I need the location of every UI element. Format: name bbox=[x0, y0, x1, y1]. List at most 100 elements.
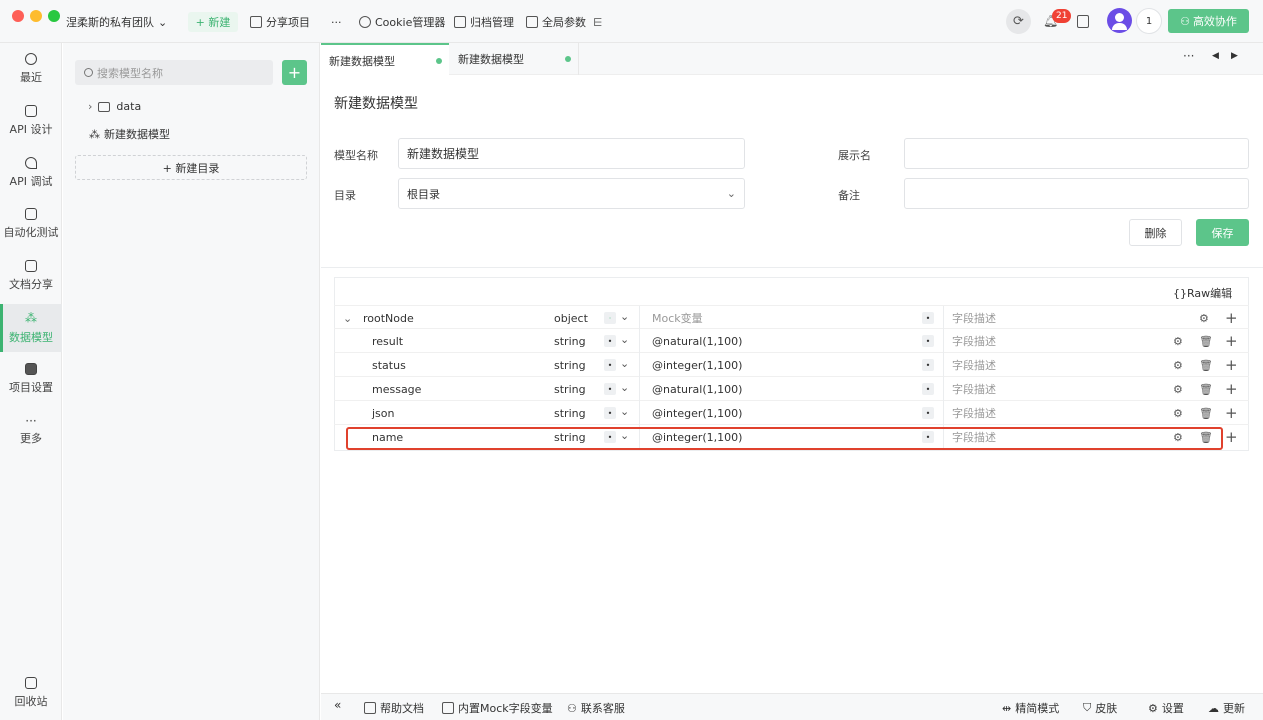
mock-input[interactable]: @integer(1,100) bbox=[652, 353, 742, 377]
description-input[interactable]: 字段描述 bbox=[952, 306, 996, 330]
type-chevron-icon[interactable]: ⌄ bbox=[620, 405, 629, 418]
nav-item-doc-share[interactable]: 文档分享 bbox=[0, 252, 62, 300]
mock-input[interactable]: @integer(1,100) bbox=[652, 425, 742, 449]
field-name[interactable]: result bbox=[372, 329, 403, 353]
tab-prev-icon[interactable]: ◀ bbox=[1212, 51, 1219, 61]
add-field-icon[interactable]: + bbox=[1225, 401, 1238, 425]
field-type[interactable]: string bbox=[554, 329, 586, 353]
field-name[interactable]: message bbox=[372, 377, 421, 401]
add-field-icon[interactable]: + bbox=[1225, 425, 1238, 449]
cookie-manager-button[interactable]: Cookie管理器 bbox=[359, 12, 445, 32]
contact-support-button[interactable]: ⚇ 联系客服 bbox=[567, 700, 625, 716]
trash-icon[interactable]: 🗑︎ bbox=[1199, 425, 1213, 449]
remark-input[interactable] bbox=[904, 178, 1249, 209]
settings-icon[interactable]: ⚙ bbox=[1173, 329, 1183, 353]
tab-more-icon[interactable]: ··· bbox=[1183, 49, 1194, 63]
description-input[interactable]: 字段描述 bbox=[952, 353, 996, 377]
tab-next-icon[interactable]: ▶ bbox=[1231, 51, 1238, 61]
type-chevron-icon[interactable]: ⌄ bbox=[620, 333, 629, 346]
nav-item-api-design[interactable]: API 设计 bbox=[0, 97, 62, 145]
trash-icon[interactable]: 🗑︎ bbox=[1199, 353, 1213, 377]
trash-icon[interactable]: 🗑︎ bbox=[1199, 401, 1213, 425]
online-user-count[interactable]: 1 bbox=[1136, 8, 1162, 34]
nav-item-data-model[interactable]: ⁂ 数据模型 bbox=[0, 304, 62, 352]
global-params-button[interactable]: 全局参数 bbox=[526, 12, 586, 32]
mock-input[interactable]: Mock变量 bbox=[652, 306, 703, 330]
nav-item-recent[interactable]: 最近 bbox=[0, 45, 62, 93]
required-toggle[interactable]: • bbox=[604, 335, 616, 347]
close-window-button[interactable] bbox=[12, 10, 24, 22]
add-field-icon[interactable]: + bbox=[1225, 353, 1238, 377]
add-model-button[interactable]: + bbox=[282, 60, 307, 85]
settings-button[interactable]: ⚙ 设置 bbox=[1148, 700, 1184, 716]
nav-item-recycle-bin[interactable]: 回收站 bbox=[0, 669, 62, 717]
model-search-input[interactable]: 搜索模型名称 bbox=[75, 60, 273, 85]
nav-item-more[interactable]: ··· 更多 bbox=[0, 407, 62, 455]
help-docs-button[interactable]: 帮助文档 bbox=[364, 700, 424, 716]
mock-toggle[interactable]: • bbox=[922, 335, 934, 347]
mock-toggle[interactable]: • bbox=[922, 359, 934, 371]
required-toggle[interactable]: · bbox=[604, 312, 616, 324]
required-toggle[interactable]: • bbox=[604, 407, 616, 419]
mock-toggle[interactable]: • bbox=[922, 383, 934, 395]
settings-icon[interactable]: ⚙ bbox=[1173, 425, 1183, 449]
settings-icon[interactable]: ⚙ bbox=[1173, 377, 1183, 401]
tree-item-model[interactable]: ⁂ 新建数据模型 bbox=[89, 126, 170, 142]
share-project-button[interactable]: 分享项目 bbox=[250, 12, 310, 32]
type-chevron-icon[interactable]: ⌄ bbox=[620, 310, 629, 323]
simple-mode-button[interactable]: ⇹ 精简模式 bbox=[1002, 700, 1059, 716]
raw-edit-button[interactable]: {}Raw编辑 bbox=[1173, 285, 1232, 301]
type-chevron-icon[interactable]: ⌄ bbox=[620, 381, 629, 394]
directory-select[interactable]: 根目录 ⌄ bbox=[398, 178, 745, 209]
mock-toggle[interactable]: • bbox=[922, 312, 934, 324]
mock-variables-button[interactable]: 内置Mock字段变量 bbox=[442, 700, 553, 716]
field-type[interactable]: string bbox=[554, 377, 586, 401]
more-menu-button[interactable]: ··· bbox=[331, 12, 342, 32]
nav-item-project-settings[interactable]: 项目设置 bbox=[0, 355, 62, 403]
required-toggle[interactable]: • bbox=[604, 359, 616, 371]
tab-model-2[interactable]: 新建数据模型 bbox=[449, 43, 579, 75]
trash-icon[interactable]: 🗑︎ bbox=[1199, 377, 1213, 401]
field-type[interactable]: object bbox=[554, 306, 588, 330]
required-toggle[interactable]: • bbox=[604, 383, 616, 395]
delete-button[interactable]: 删除 bbox=[1129, 219, 1182, 246]
new-directory-button[interactable]: + 新建目录 bbox=[75, 155, 307, 180]
settings-icon[interactable]: ⚙ bbox=[1173, 353, 1183, 377]
field-name[interactable]: name bbox=[372, 425, 403, 449]
team-switcher[interactable]: 涅柔斯的私有团队 ⌄ bbox=[66, 12, 167, 32]
description-input[interactable]: 字段描述 bbox=[952, 329, 996, 353]
add-field-icon[interactable]: + bbox=[1225, 306, 1238, 330]
field-type[interactable]: string bbox=[554, 425, 586, 449]
maximize-window-button[interactable] bbox=[48, 10, 60, 22]
description-input[interactable]: 字段描述 bbox=[952, 377, 996, 401]
skin-button[interactable]: ⛉ 皮肤 bbox=[1083, 700, 1117, 716]
avatar[interactable] bbox=[1107, 8, 1132, 33]
notes-icon[interactable] bbox=[1077, 15, 1089, 28]
field-name[interactable]: rootNode bbox=[363, 306, 414, 330]
trash-icon[interactable]: 🗑︎ bbox=[1199, 329, 1213, 353]
model-name-input[interactable]: 新建数据模型 bbox=[398, 138, 745, 169]
nav-item-api-debug[interactable]: API 调试 bbox=[0, 149, 62, 197]
sync-icon[interactable]: ⟳ bbox=[1006, 9, 1031, 34]
mock-toggle[interactable]: • bbox=[922, 407, 934, 419]
mock-input[interactable]: @integer(1,100) bbox=[652, 401, 742, 425]
field-name[interactable]: status bbox=[372, 353, 406, 377]
update-button[interactable]: ☁ 更新 bbox=[1208, 700, 1245, 716]
type-chevron-icon[interactable]: ⌄ bbox=[620, 429, 629, 442]
minimize-window-button[interactable] bbox=[30, 10, 42, 22]
description-input[interactable]: 字段描述 bbox=[952, 401, 996, 425]
nav-item-automation-test[interactable]: 自动化测试 bbox=[0, 200, 62, 248]
settings-icon[interactable]: ⚙ bbox=[1173, 401, 1183, 425]
required-toggle[interactable]: • bbox=[604, 431, 616, 443]
field-name[interactable]: json bbox=[372, 401, 395, 425]
mock-input[interactable]: @natural(1,100) bbox=[652, 377, 742, 401]
add-field-icon[interactable]: + bbox=[1225, 329, 1238, 353]
chevron-down-icon[interactable]: ⌄ bbox=[343, 306, 352, 330]
mock-toggle[interactable]: • bbox=[922, 431, 934, 443]
save-button[interactable]: 保存 bbox=[1196, 219, 1249, 246]
tab-model-1[interactable]: 新建数据模型 bbox=[321, 43, 449, 75]
field-type[interactable]: string bbox=[554, 401, 586, 425]
new-button[interactable]: + 新建 bbox=[188, 12, 238, 32]
type-chevron-icon[interactable]: ⌄ bbox=[620, 357, 629, 370]
display-name-input[interactable] bbox=[904, 138, 1249, 169]
